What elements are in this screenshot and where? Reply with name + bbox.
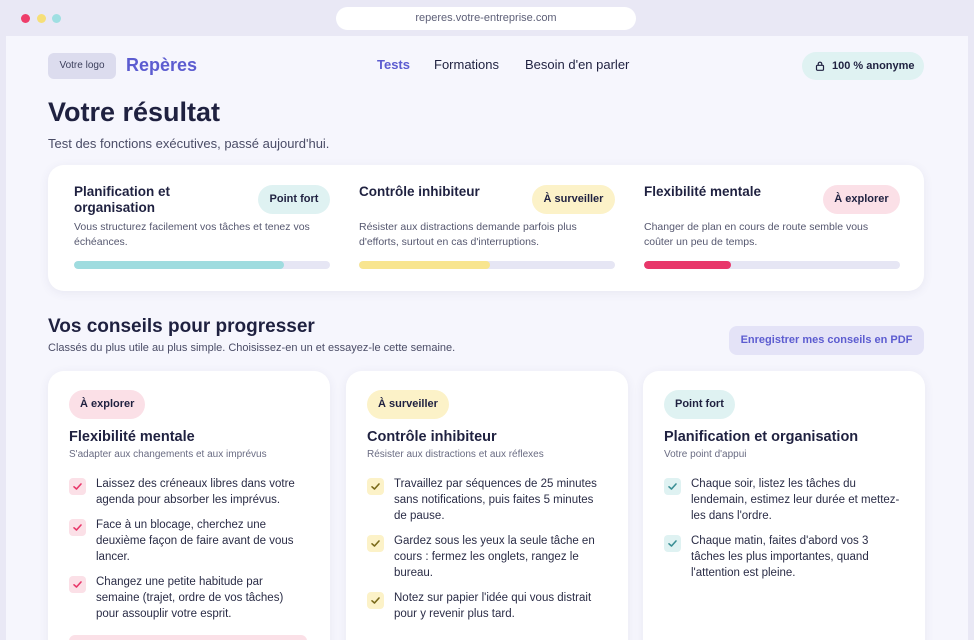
minimize-window-dot[interactable]	[37, 14, 46, 23]
logo-placeholder[interactable]: Votre logo	[48, 53, 116, 79]
check-icon[interactable]	[664, 478, 681, 495]
tip-card-subtitle: Résister aux distractions et aux réflexe…	[367, 449, 544, 460]
status-badge: À surveiller	[367, 390, 449, 419]
progress-track	[74, 261, 330, 269]
tip-card-planification: Point fort Planification et organisation…	[643, 371, 925, 640]
check-icon[interactable]	[367, 535, 384, 552]
result-item-controle: Contrôle inhibiteur À surveiller Résiste…	[359, 165, 615, 291]
result-item-description: Vous structurez facilement vos tâches et…	[74, 221, 310, 248]
result-item-title: Contrôle inhibiteur	[359, 184, 480, 199]
check-icon[interactable]	[69, 478, 86, 495]
page-title: Votre résultat	[48, 97, 221, 127]
status-badge: Point fort	[664, 390, 735, 419]
progress-track	[644, 261, 900, 269]
result-item-title: Planification et organisation	[74, 184, 171, 215]
tips-title: Vos conseils pour progresser	[48, 316, 315, 337]
address-bar[interactable]: reperes.votre-entreprise.com	[336, 7, 636, 30]
page: Votre logo Repères Tests Formations Beso…	[6, 36, 968, 640]
check-icon[interactable]	[664, 535, 681, 552]
brand-name[interactable]: Repères	[126, 55, 197, 76]
browser-chrome: reperes.votre-entreprise.com	[0, 0, 974, 36]
tip-item-text: Face à un blocage, cherchez une deuxième…	[96, 519, 294, 563]
lock-icon	[815, 61, 825, 71]
tip-card-subtitle: Votre point d'appui	[664, 449, 747, 460]
progress-fill	[644, 261, 732, 269]
tip-item-text: Notez sur papier l'idée qui vous distrai…	[394, 592, 592, 620]
progress-fill	[359, 261, 490, 269]
tip-item-text: Chaque soir, listez les tâches du lendem…	[691, 478, 900, 522]
result-item-description: Résister aux distractions demande parfoi…	[359, 221, 577, 248]
check-icon[interactable]	[367, 592, 384, 609]
status-badge: À explorer	[823, 185, 900, 214]
maximize-window-dot[interactable]	[52, 14, 61, 23]
card-footer-button[interactable]	[69, 635, 307, 640]
nav-besoin-d-en-parler[interactable]: Besoin d'en parler	[525, 57, 629, 72]
tip-card-title: Flexibilité mentale	[69, 429, 195, 445]
result-summary-card: Planification et organisation Point fort…	[48, 165, 924, 291]
result-item-planification: Planification et organisation Point fort…	[74, 165, 330, 291]
tip-card-controle: À surveiller Contrôle inhibiteur Résiste…	[346, 371, 628, 640]
tip-item-text: Gardez sous les yeux la seule tâche en c…	[394, 535, 595, 579]
tips-subtitle: Classés du plus utile au plus simple. Ch…	[48, 342, 456, 354]
progress-track	[359, 261, 615, 269]
tip-card-flexibilite: À explorer Flexibilité mentale S'adapter…	[48, 371, 330, 640]
progress-fill	[74, 261, 284, 269]
status-badge: À explorer	[69, 390, 146, 419]
result-item-title: Flexibilité mentale	[644, 184, 762, 199]
tip-card-title: Contrôle inhibiteur	[367, 429, 497, 445]
save-pdf-button[interactable]: Enregistrer mes conseils en PDF	[729, 326, 924, 355]
check-icon[interactable]	[367, 478, 384, 495]
tip-item-text: Laissez des créneaux libres dans votre a…	[96, 478, 295, 506]
result-item-description: Changer de plan en cours de route semble…	[644, 221, 869, 248]
nav-tests[interactable]: Tests	[377, 57, 410, 72]
tip-card-title: Planification et organisation	[664, 429, 859, 445]
nav-formations[interactable]: Formations	[434, 57, 499, 72]
result-item-flexibilite: Flexibilité mentale À explorer Changer d…	[644, 165, 900, 291]
page-subtitle: Test des fonctions exécutives, passé auj…	[48, 136, 330, 151]
tip-card-subtitle: S'adapter aux changements et aux imprévu…	[69, 449, 267, 460]
status-badge: Point fort	[258, 185, 330, 214]
status-badge: À surveiller	[532, 185, 615, 214]
check-icon[interactable]	[69, 576, 86, 593]
tip-item-text: Travaillez par séquences de 25 minutes s…	[394, 478, 597, 522]
check-icon[interactable]	[69, 519, 86, 536]
anonymous-label: 100 % anonyme	[832, 60, 915, 72]
close-window-dot[interactable]	[21, 14, 30, 23]
anonymous-badge: 100 % anonyme	[802, 52, 924, 80]
tip-item-text: Chaque matin, faites d'abord vos 3 tâche…	[691, 535, 869, 579]
tip-item-text: Changez une petite habitude par semaine …	[96, 576, 284, 620]
